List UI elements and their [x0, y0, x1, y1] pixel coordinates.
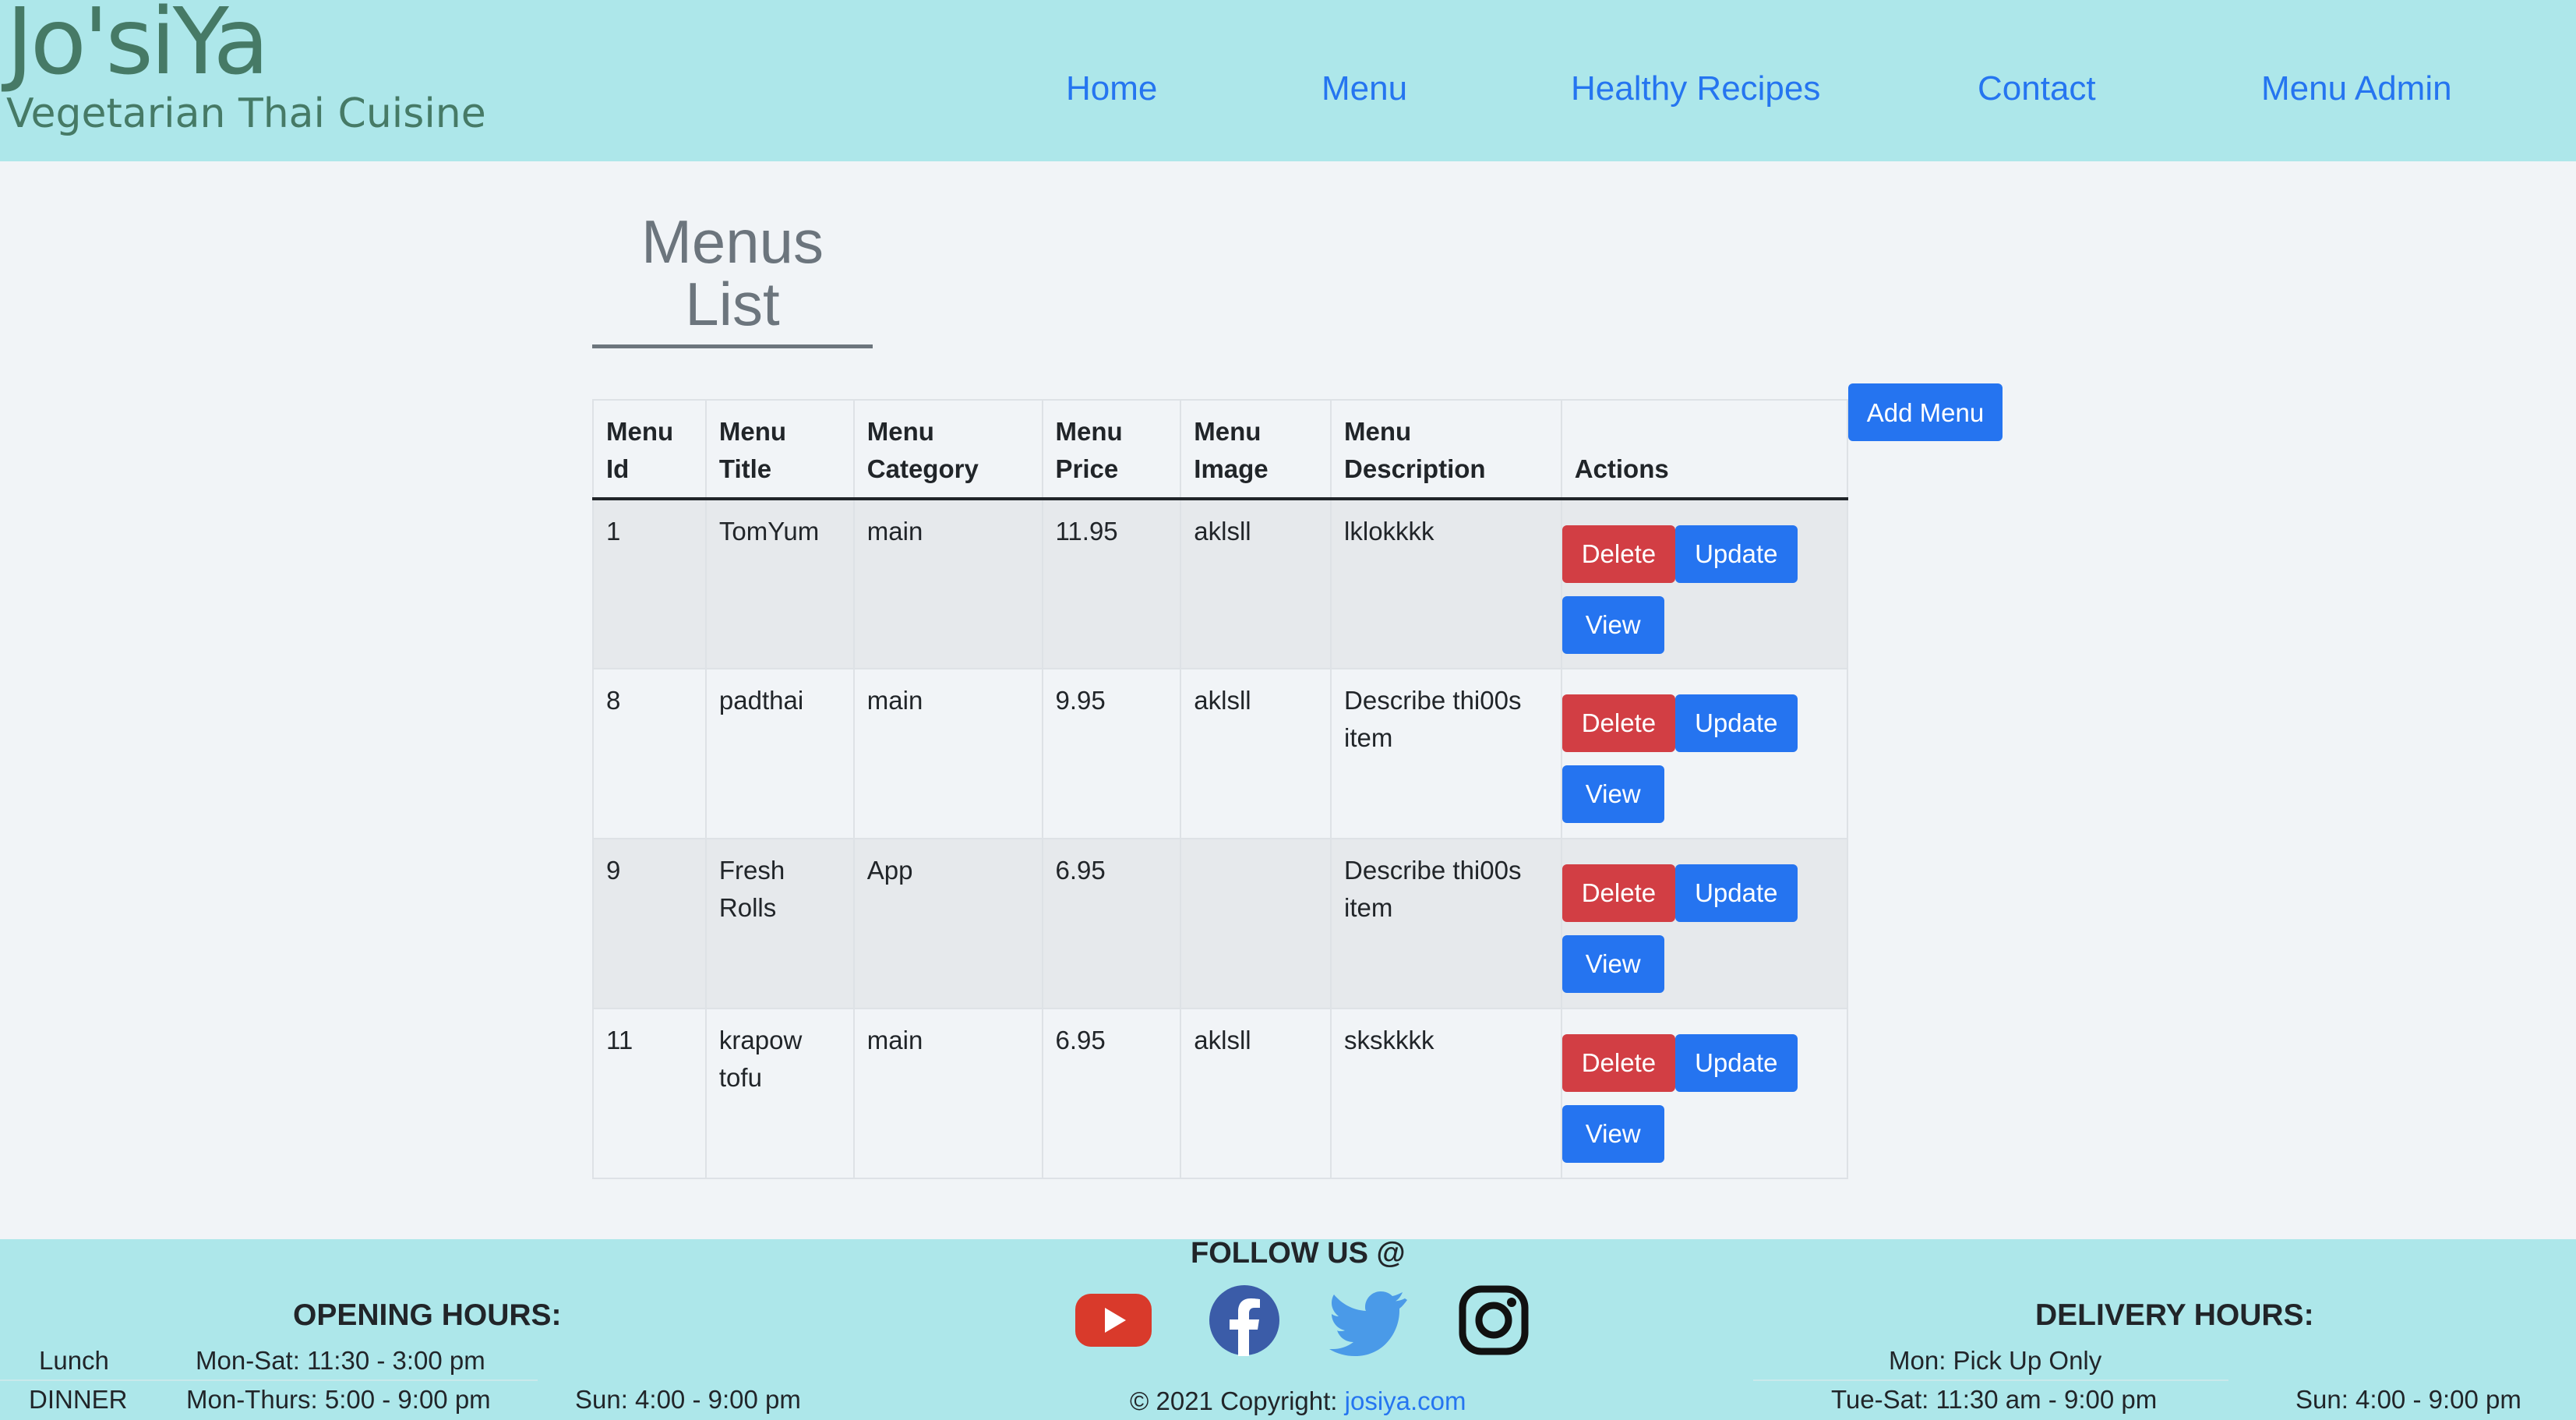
- nav-healthy-recipes[interactable]: Healthy Recipes: [1571, 67, 1820, 111]
- copyright: © 2021 Copyright: josiya.com: [1130, 1386, 1466, 1417]
- nav-menu-admin[interactable]: Menu Admin: [2261, 67, 2452, 111]
- cell-description: Describe thi00s item: [1330, 838, 1562, 1009]
- header-menu-description: Menu Description: [1330, 399, 1562, 500]
- copyright-link[interactable]: josiya.com: [1345, 1386, 1466, 1415]
- twitter-icon[interactable]: [1329, 1284, 1409, 1356]
- view-button[interactable]: View: [1561, 765, 1664, 823]
- header-menu-id: Menu Id: [592, 399, 707, 500]
- cell-description: skskkkk: [1330, 1008, 1562, 1179]
- cell-title: TomYum: [704, 498, 855, 669]
- delivery-tue-sat: Tue-Sat: 11:30 am - 9:00 pm: [1831, 1385, 2158, 1414]
- nav-menu[interactable]: Menu: [1322, 67, 1407, 111]
- brand-name: Jo'siYa: [6, 0, 270, 95]
- header-actions: Actions: [1560, 399, 1849, 500]
- cell-actions: Delete Update View: [1560, 668, 1849, 839]
- table-row: 9 Fresh Rolls App 6.95 Describe thi00s i…: [592, 838, 1849, 1009]
- table-row: 11 krapow tofu main 6.95 aklsll skskkkk …: [592, 1008, 1849, 1179]
- delete-button[interactable]: Delete: [1561, 525, 1676, 583]
- cell-image: aklsll: [1180, 668, 1332, 839]
- follow-title: FOLLOW US @: [1191, 1237, 1406, 1270]
- update-button[interactable]: Update: [1675, 1034, 1798, 1092]
- cell-title: Fresh Rolls: [704, 838, 855, 1009]
- cell-image: aklsll: [1180, 1008, 1332, 1179]
- cell-price: 6.95: [1041, 1008, 1182, 1179]
- delivery-divider: [1753, 1379, 2228, 1381]
- view-button[interactable]: View: [1561, 935, 1664, 993]
- view-button[interactable]: View: [1561, 1105, 1664, 1163]
- brand[interactable]: Jo'siYa Vegetarian Thai Cuisine: [6, 0, 486, 137]
- brand-tagline: Vegetarian Thai Cuisine: [6, 90, 486, 137]
- view-button[interactable]: View: [1561, 596, 1664, 654]
- menus-table: Menu Id Menu Title Menu Category Menu Price …: [592, 399, 1849, 1179]
- cell-description: lklokkkk: [1330, 498, 1562, 669]
- nav-contact[interactable]: Contact: [1978, 67, 2096, 111]
- facebook-icon[interactable]: [1205, 1284, 1284, 1356]
- opening-hours-title: OPENING HOURS:: [293, 1298, 562, 1332]
- update-button[interactable]: Update: [1675, 694, 1798, 752]
- cell-id: 11: [592, 1008, 707, 1179]
- opening-divider: [0, 1379, 538, 1381]
- cell-category: main: [852, 668, 1043, 839]
- table-row: 8 padthai main 9.95 aklsll Describe thi0…: [592, 668, 1849, 839]
- cell-category: main: [852, 1008, 1043, 1179]
- dinner-sunday-hours: Sun: 4:00 - 9:00 pm: [575, 1385, 801, 1414]
- cell-title: krapow tofu: [704, 1008, 855, 1179]
- lunch-hours: Mon-Sat: 11:30 - 3:00 pm: [196, 1346, 485, 1375]
- cell-price: 11.95: [1041, 498, 1182, 669]
- delivery-monday: Mon: Pick Up Only: [1889, 1346, 2102, 1375]
- lunch-label: Lunch: [39, 1346, 109, 1375]
- delivery-sunday: Sun: 4:00 - 9:00 pm: [2295, 1385, 2521, 1414]
- update-button[interactable]: Update: [1675, 864, 1798, 922]
- cell-id: 8: [592, 668, 707, 839]
- cell-actions: Delete Update View: [1560, 1008, 1849, 1179]
- youtube-icon[interactable]: [1074, 1284, 1153, 1356]
- cell-id: 9: [592, 838, 707, 1009]
- cell-title: padthai: [704, 668, 855, 839]
- page-title-line2: List: [685, 270, 780, 338]
- cell-price: 9.95: [1041, 668, 1182, 839]
- page-title-line1: Menus: [640, 207, 824, 276]
- cell-category: main: [852, 498, 1043, 669]
- site-header: Jo'siYa Vegetarian Thai Cuisine Home Men…: [0, 0, 2576, 161]
- table-row: 1 TomYum main 11.95 aklsll lklokkkk Dele…: [592, 498, 1849, 669]
- cell-image: aklsll: [1180, 498, 1332, 669]
- cell-actions: Delete Update View: [1560, 498, 1849, 669]
- header-menu-image: Menu Image: [1180, 399, 1332, 500]
- add-menu-button[interactable]: Add Menu: [1848, 383, 2003, 441]
- delivery-hours-title: DELIVERY HOURS:: [2035, 1298, 2314, 1332]
- delete-button[interactable]: Delete: [1561, 694, 1676, 752]
- delete-button[interactable]: Delete: [1561, 864, 1676, 922]
- table-header-row: Menu Id Menu Title Menu Category Menu Price …: [592, 399, 1849, 500]
- cell-price: 6.95: [1041, 838, 1182, 1009]
- delete-button[interactable]: Delete: [1561, 1034, 1676, 1092]
- cell-id: 1: [592, 498, 707, 669]
- cell-actions: Delete Update View: [1560, 838, 1849, 1009]
- page-title: Menus List: [592, 210, 873, 348]
- instagram-icon[interactable]: [1454, 1284, 1533, 1356]
- cell-image: [1180, 838, 1332, 1009]
- dinner-label: DINNER: [29, 1385, 128, 1414]
- cell-category: App: [852, 838, 1043, 1009]
- dinner-hours: Mon-Thurs: 5:00 - 9:00 pm: [186, 1385, 491, 1414]
- update-button[interactable]: Update: [1675, 525, 1798, 583]
- header-menu-category: Menu Category: [852, 399, 1043, 500]
- header-menu-price: Menu Price: [1041, 399, 1182, 500]
- header-menu-title: Menu Title: [704, 399, 855, 500]
- copyright-text: © 2021 Copyright:: [1130, 1386, 1338, 1415]
- nav-home[interactable]: Home: [1066, 67, 1157, 111]
- site-footer: OPENING HOURS: Lunch Mon-Sat: 11:30 - 3:…: [0, 1237, 2576, 1420]
- cell-description: Describe thi00s item: [1330, 668, 1562, 839]
